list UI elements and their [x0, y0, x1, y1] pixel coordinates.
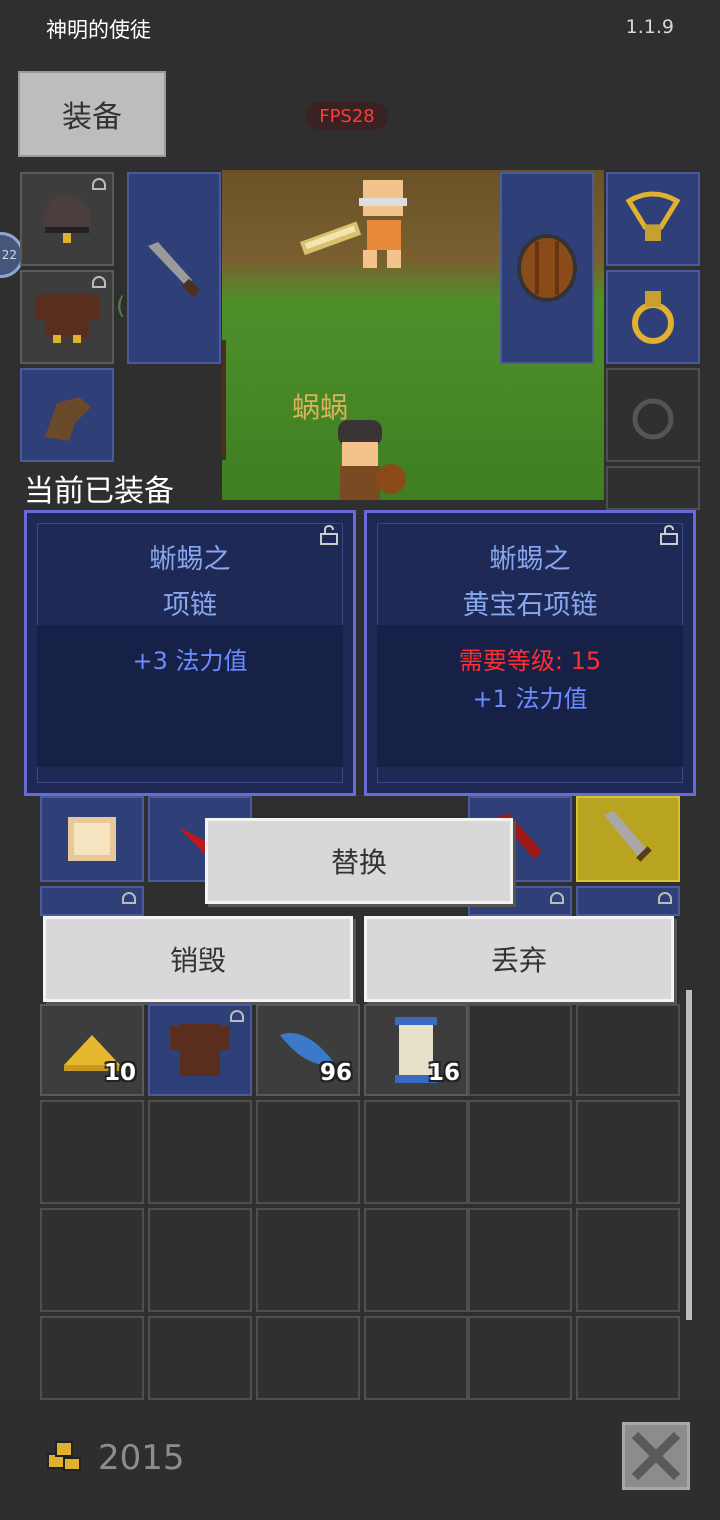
inventory-slot-empty[interactable] [148, 1100, 252, 1204]
inventory-slot[interactable] [148, 1004, 252, 1096]
tab-equipment[interactable]: 装备 [18, 71, 166, 157]
inventory-slot[interactable]: 10 [40, 1004, 144, 1096]
shield-icon [517, 234, 577, 302]
candidate-item-name-line1: 蜥蜴之 [489, 544, 571, 575]
inventory-slot-empty[interactable] [364, 1100, 468, 1204]
inventory-slot[interactable] [576, 886, 680, 916]
gold-amount: 2015 [98, 1438, 185, 1478]
dagger-icon [148, 242, 201, 298]
inventory-slot-empty[interactable] [40, 1100, 144, 1204]
item-count: 16 [427, 1060, 460, 1086]
replace-button[interactable]: 替换 [205, 818, 513, 904]
destroy-button[interactable]: 销毁 [43, 916, 353, 1002]
inventory-slot-empty[interactable] [256, 1316, 360, 1400]
current-item-name-line2: 项链 [163, 590, 217, 621]
currently-equipped-label: 当前已装备 [24, 474, 174, 509]
level-requirement: 需要等级: 15 [458, 647, 602, 675]
equip-slot-ring-empty[interactable] [606, 368, 700, 462]
inventory-slot-empty[interactable] [40, 1208, 144, 1312]
inventory-slot-empty[interactable] [576, 1100, 680, 1204]
ring-icon [632, 291, 674, 344]
inventory-slot-empty[interactable] [256, 1208, 360, 1312]
item-count: 10 [103, 1060, 136, 1086]
inventory-slot-empty[interactable] [148, 1208, 252, 1312]
discard-button[interactable]: 丢弃 [364, 916, 674, 1002]
equip-slot-shield[interactable] [500, 172, 594, 364]
inventory-slot-empty[interactable] [576, 1004, 680, 1096]
pet-cat-icon [68, 817, 116, 861]
inventory-slot-empty[interactable] [468, 1208, 572, 1312]
inventory-slot[interactable] [40, 796, 144, 882]
inventory-slot-empty[interactable] [256, 1100, 360, 1204]
candidate-item-stat: +1 法力值 [472, 685, 588, 713]
current-item-stats: +3 法力值 [37, 625, 343, 767]
equip-slot-helmet[interactable] [20, 172, 114, 266]
npc-character [359, 180, 407, 268]
equip-slot-weapon[interactable] [127, 172, 221, 364]
tab-equipment-label: 装备 [62, 100, 122, 135]
player-character [338, 420, 406, 500]
equip-slot-gloves[interactable] [20, 368, 114, 462]
current-item-name-line1: 蜥蜴之 [149, 544, 231, 575]
candidate-item-card: 蜥蜴之 黄宝石项链 需要等级: 15 +1 法力值 [364, 510, 696, 796]
inventory-slot-empty[interactable] [468, 1004, 572, 1096]
inventory-slot-empty[interactable] [148, 1316, 252, 1400]
dropped-weapon [300, 221, 362, 256]
inventory-slot-empty[interactable] [468, 1100, 572, 1204]
equip-slot-ring[interactable] [606, 270, 700, 364]
current-item-card: 蜥蜴之 项链 +3 法力值 [24, 510, 356, 796]
inventory-slot[interactable]: 96 [256, 1004, 360, 1096]
glove-icon [45, 397, 91, 441]
inventory-slot-empty[interactable] [364, 1316, 468, 1400]
fps-counter: FPS28 [306, 102, 388, 130]
lock-icon [122, 892, 136, 904]
inventory-slot-empty[interactable] [468, 1316, 572, 1400]
inventory-scrollbar[interactable] [686, 990, 692, 1320]
inventory-slot-highlighted[interactable] [576, 796, 680, 882]
leather-armor-icon [170, 1024, 230, 1076]
equip-slot-extra[interactable] [606, 466, 700, 510]
inventory-slot-empty[interactable] [576, 1208, 680, 1312]
armor-icon [35, 293, 99, 343]
necklace-icon [625, 191, 681, 241]
close-icon [631, 1431, 681, 1481]
lock-icon [230, 1010, 244, 1022]
inventory-slot[interactable]: 16 [364, 1004, 468, 1096]
item-count: 96 [319, 1060, 352, 1086]
app-title: 神明的使徒 [46, 18, 151, 42]
gold-coins-icon [47, 1441, 81, 1471]
inventory-slot[interactable] [40, 886, 144, 916]
equip-slot-necklace[interactable] [606, 172, 700, 266]
inventory-slot-empty[interactable] [364, 1208, 468, 1312]
close-button[interactable] [622, 1422, 690, 1490]
lock-icon [550, 892, 564, 904]
ring-placeholder-icon [632, 398, 674, 440]
inventory-slot-empty[interactable] [40, 1316, 144, 1400]
inventory-slot-empty[interactable] [576, 1316, 680, 1400]
current-item-stat: +3 法力值 [132, 647, 248, 675]
tree [218, 340, 226, 460]
app-version: 1.1.9 [625, 16, 674, 38]
equip-slot-armor[interactable] [20, 270, 114, 364]
helmet-icon [43, 195, 91, 243]
player-name: 蜗蜗 [292, 391, 349, 424]
sword-icon [604, 811, 652, 862]
candidate-item-name-line2: 黄宝石项链 [462, 590, 598, 621]
candidate-item-stats: 需要等级: 15 +1 法力值 [377, 625, 683, 767]
lock-icon [658, 892, 672, 904]
